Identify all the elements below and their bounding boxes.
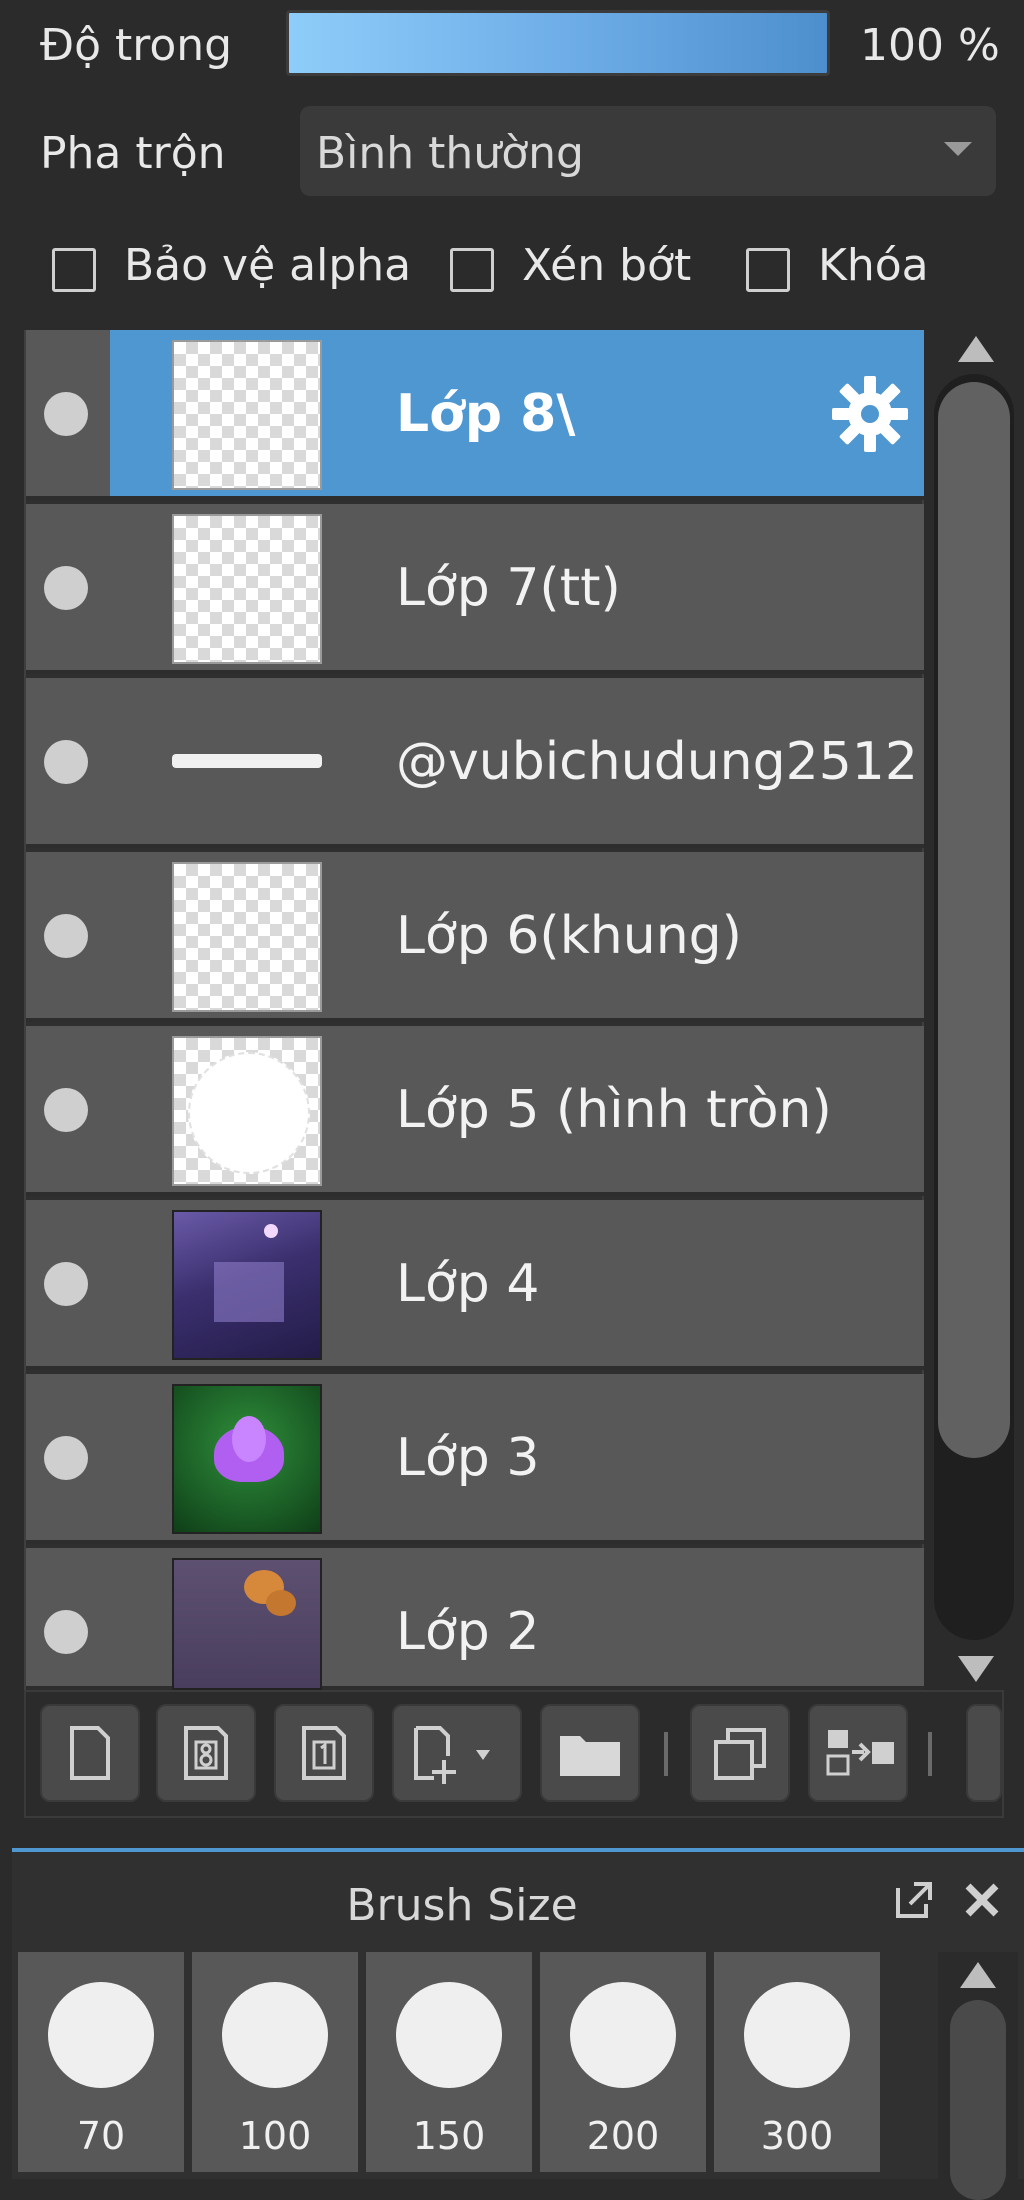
layer-thumbnail — [172, 688, 322, 838]
brush-size-option[interactable]: 70 — [18, 1952, 184, 2172]
new-1bit-layer-button[interactable] — [274, 1704, 374, 1802]
brush-size-panel: Brush Size 70 100 150 200 300 — [12, 1848, 1024, 2200]
layer-row[interactable]: @vubichudung2512 — [26, 678, 924, 848]
toolbar-overflow-button[interactable] — [966, 1704, 1002, 1802]
visibility-toggle-icon[interactable] — [44, 392, 88, 436]
duplicate-layer-icon — [714, 1728, 766, 1780]
visibility-column — [26, 1200, 110, 1366]
brush-size-value: 100 — [238, 2114, 312, 2158]
brush-preview-dot — [48, 1982, 154, 2088]
new-8bit-layer-icon — [184, 1726, 228, 1780]
blend-mode-select[interactable]: Bình thường — [300, 106, 996, 196]
toolbar-separator — [928, 1732, 932, 1776]
merge-down-icon — [826, 1730, 894, 1776]
opacity-value: 100 % — [860, 20, 1000, 71]
visibility-column — [26, 852, 110, 1018]
brush-size-value: 300 — [760, 2114, 834, 2158]
visibility-column — [26, 1026, 110, 1192]
layer-name: Lớp 7(tt) — [396, 558, 621, 618]
clipping-label: Xén bớt — [522, 240, 692, 291]
new-layer-button[interactable] — [40, 1704, 140, 1802]
layer-name: @vubichudung2512 — [396, 732, 918, 792]
layer-row[interactable]: Lớp 6(khung) — [26, 852, 924, 1022]
layer-row[interactable]: Lớp 8\ — [26, 330, 924, 500]
visibility-toggle-icon[interactable] — [44, 1088, 88, 1132]
layer-thumbnail — [172, 1036, 322, 1186]
scroll-down-icon[interactable] — [958, 1656, 994, 1682]
scroll-up-icon[interactable] — [958, 336, 994, 362]
add-layer-dropdown-button[interactable] — [392, 1704, 522, 1802]
layer-name: Lớp 5 (hình tròn) — [396, 1080, 832, 1140]
visibility-column — [26, 330, 110, 496]
panel-title: Brush Size — [346, 1880, 578, 1931]
folder-icon — [560, 1736, 620, 1776]
layer-row[interactable]: Lớp 7(tt) — [26, 504, 924, 674]
new-8bit-layer-button[interactable] — [156, 1704, 256, 1802]
brush-preview-dot — [222, 1982, 328, 2088]
opacity-label: Độ trong — [40, 20, 233, 71]
brush-preview-dot — [744, 1982, 850, 2088]
brush-size-option[interactable]: 150 — [366, 1952, 532, 2172]
brush-preview-dot — [396, 1982, 502, 2088]
visibility-toggle-icon[interactable] — [44, 566, 88, 610]
new-layer-icon — [70, 1726, 110, 1780]
layer-row[interactable]: Lớp 3 — [26, 1374, 924, 1544]
layer-thumbnail — [172, 340, 322, 490]
close-icon[interactable] — [960, 1878, 1004, 1922]
toolbar-separator — [664, 1732, 668, 1776]
lock-checkbox[interactable] — [746, 248, 790, 292]
merge-down-button[interactable] — [808, 1704, 908, 1802]
visibility-column — [26, 1374, 110, 1540]
blend-label: Pha trộn — [40, 128, 226, 179]
add-layer-dropdown-icon — [414, 1726, 490, 1784]
protect-alpha-checkbox[interactable] — [52, 248, 96, 292]
scroll-up-icon[interactable] — [960, 1962, 996, 1988]
visibility-toggle-icon[interactable] — [44, 914, 88, 958]
new-folder-button[interactable] — [540, 1704, 640, 1802]
brush-size-option[interactable]: 300 — [714, 1952, 880, 2172]
new-1bit-layer-icon — [302, 1726, 346, 1780]
layer-thumbnail — [172, 862, 322, 1012]
layer-name: Lớp 6(khung) — [396, 906, 742, 966]
visibility-toggle-icon[interactable] — [44, 740, 88, 784]
layer-row[interactable]: Lớp 2 — [26, 1548, 924, 1690]
brush-size-value: 70 — [76, 2114, 126, 2158]
scroll-thumb[interactable] — [950, 2000, 1006, 2200]
visibility-toggle-icon[interactable] — [44, 1262, 88, 1306]
brush-size-option[interactable]: 200 — [540, 1952, 706, 2172]
layer-row[interactable]: Lớp 4 — [26, 1200, 924, 1370]
visibility-toggle-icon[interactable] — [44, 1436, 88, 1480]
brush-size-value: 150 — [412, 2114, 486, 2158]
layer-name: Lớp 8\ — [396, 384, 576, 444]
layer-name: Lớp 3 — [396, 1428, 540, 1488]
protect-alpha-label: Bảo vệ alpha — [124, 240, 412, 291]
layer-thumbnail — [172, 514, 322, 664]
visibility-toggle-icon[interactable] — [44, 1610, 88, 1654]
layer-thumbnail — [172, 1210, 322, 1360]
layer-thumbnail — [172, 1384, 322, 1534]
gear-icon[interactable] — [828, 372, 912, 456]
layer-thumbnail — [172, 1558, 322, 1690]
brush-size-value: 200 — [586, 2114, 660, 2158]
scroll-thumb[interactable] — [938, 382, 1010, 1458]
blend-mode-value: Bình thường — [316, 128, 584, 179]
layer-row[interactable]: Lớp 5 (hình tròn) — [26, 1026, 924, 1196]
layer-name: Lớp 4 — [396, 1254, 540, 1314]
layer-toolbar — [24, 1690, 1004, 1818]
visibility-column — [26, 678, 110, 844]
lock-label: Khóa — [818, 240, 929, 291]
popout-icon[interactable] — [892, 1878, 936, 1922]
brush-size-option[interactable]: 100 — [192, 1952, 358, 2172]
chevron-down-icon — [944, 142, 972, 156]
opacity-slider[interactable] — [286, 10, 830, 76]
visibility-column — [26, 1548, 110, 1686]
layers-scrollbar[interactable] — [934, 330, 1014, 1690]
brush-preview-dot — [570, 1982, 676, 2088]
clipping-checkbox[interactable] — [450, 248, 494, 292]
layer-name: Lớp 2 — [396, 1602, 540, 1662]
visibility-column — [26, 504, 110, 670]
brush-panel-scrollbar[interactable] — [938, 1952, 1018, 2200]
duplicate-layer-button[interactable] — [690, 1704, 790, 1802]
